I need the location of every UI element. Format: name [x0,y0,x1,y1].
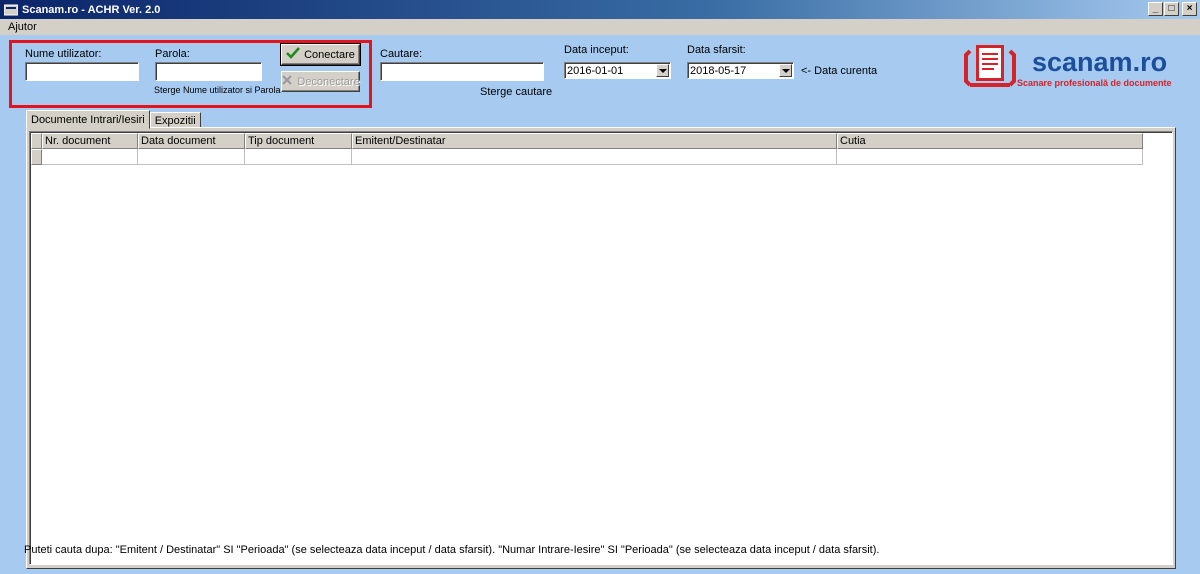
column-header[interactable]: Tip document [245,133,352,149]
column-header[interactable]: Nr. document [42,133,138,149]
table-cell[interactable] [42,149,138,165]
chevron-down-icon[interactable] [656,64,669,77]
table-cell[interactable] [138,149,245,165]
close-button[interactable]: × [1182,2,1197,16]
window-title: Scanam.ro - ACHR Ver. 2.0 [22,3,161,16]
start-date-label: Data inceput: [564,44,629,56]
tab-panel: Nr. document Data document Tip document … [26,127,1176,569]
column-header[interactable]: Data document [138,133,245,149]
clear-login-hint[interactable]: Sterge Nume utilizator si Parola [154,85,281,95]
grid-header: Nr. document Data document Tip document … [31,133,1143,149]
disconnect-button-label: Deconectare [297,75,360,88]
minimize-button[interactable]: _ [1148,2,1163,16]
logo-title: scanam.ro [1032,47,1168,77]
end-date-label: Data sfarsit: [687,44,746,56]
end-date-picker[interactable]: 2018-05-17 [687,62,794,79]
cross-icon [281,74,293,89]
search-input[interactable] [380,62,544,81]
document-scan-icon [962,41,1018,94]
table-cell[interactable] [837,149,1143,165]
clear-search-hint[interactable]: Sterge cautare [480,86,552,98]
connect-button[interactable]: Conectare [280,43,361,66]
username-input[interactable] [25,62,139,81]
tab-documente[interactable]: Documente Intrari/Iesiri [26,110,150,129]
disconnect-button[interactable]: Deconectare [281,71,360,92]
start-date-picker[interactable]: 2016-01-01 [564,62,671,79]
column-header[interactable]: Emitent/Destinatar [352,133,837,149]
tab-strip: Documente Intrari/Iesiri Expozitii [26,110,201,129]
checkmark-icon [286,47,301,62]
row-indicator[interactable] [31,149,42,165]
connect-button-label: Conectare [304,48,355,61]
main-form: Nume utilizator: Parola: Sterge Nume uti… [0,35,1200,574]
minimize-icon: _ [1152,3,1159,14]
menu-bar: Ajutor [0,19,1200,35]
password-label: Parola: [155,48,190,60]
table-cell[interactable] [245,149,352,165]
table-row[interactable] [31,149,1143,165]
scanam-logo: scanam.ro Scanare profesională de docume… [962,41,1192,93]
maximize-button[interactable]: □ [1164,2,1179,16]
start-date-value: 2016-01-01 [567,64,624,77]
grid-corner [31,133,42,149]
column-header[interactable]: Cutia [837,133,1143,149]
logo-subtitle: Scanare profesională de documente [1017,78,1172,88]
search-help-text: Puteti cauta dupa: "Emitent / Destinatar… [24,544,880,556]
app-icon [3,4,19,16]
table-cell[interactable] [352,149,837,165]
menu-item-ajutor[interactable]: Ajutor [0,21,45,33]
documents-grid[interactable]: Nr. document Data document Tip document … [29,131,1173,565]
chevron-down-icon[interactable] [779,64,792,77]
username-label: Nume utilizator: [25,48,102,60]
maximize-icon: □ [1168,3,1175,14]
password-input[interactable] [155,62,262,81]
close-icon: × [1186,3,1193,14]
current-date-hint: <- Data curenta [801,65,878,77]
search-label: Cautare: [380,48,423,60]
title-bar[interactable]: Scanam.ro - ACHR Ver. 2.0 _ □ × [0,0,1200,19]
end-date-value: 2018-05-17 [690,64,747,77]
